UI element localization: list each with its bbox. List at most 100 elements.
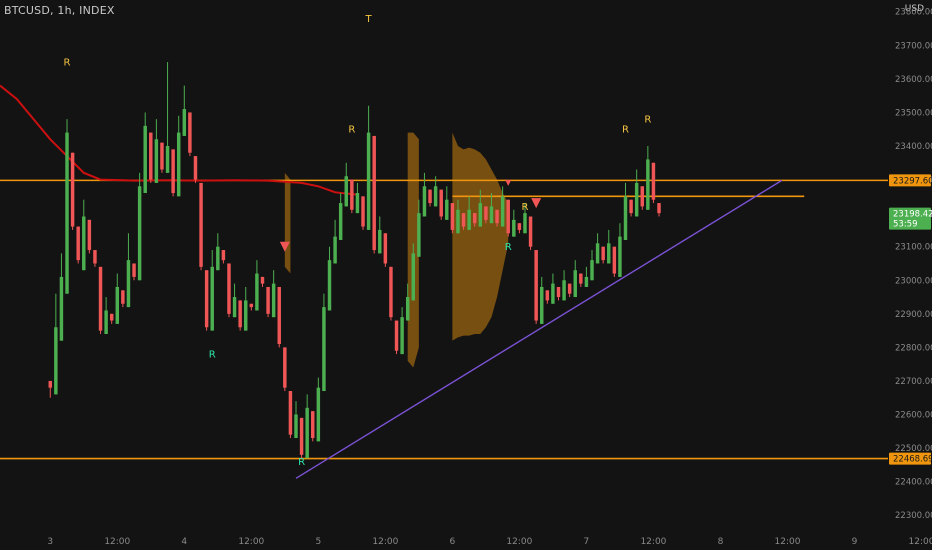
candle <box>344 162 348 207</box>
candle-body <box>271 283 276 318</box>
y-tick-label-10: 22800.00 <box>895 343 932 353</box>
candle-body <box>255 273 259 311</box>
candle-body <box>523 213 527 234</box>
candle-body <box>199 182 203 267</box>
candle <box>634 169 639 217</box>
candle <box>311 411 315 442</box>
candle <box>338 192 343 240</box>
candle <box>93 250 97 267</box>
candle <box>383 233 388 267</box>
candle-body <box>316 387 321 442</box>
candle <box>590 250 594 281</box>
candle <box>109 313 114 324</box>
candle <box>562 270 566 301</box>
candle <box>76 226 80 264</box>
candle-body <box>327 260 332 311</box>
candle-body <box>59 276 64 341</box>
candle-body <box>221 250 226 261</box>
candle <box>657 203 661 217</box>
candle-body <box>76 226 80 261</box>
candle-body <box>467 209 471 230</box>
candle-body <box>634 182 639 217</box>
candle <box>595 233 600 264</box>
candle-body <box>149 132 153 180</box>
candle-body <box>109 313 114 321</box>
candle-body <box>227 263 231 314</box>
price-label-2: 23198.4253:59 <box>889 207 932 230</box>
y-tick-label-1: 23700.00 <box>895 41 932 51</box>
candle <box>188 112 192 157</box>
candle-body <box>350 179 354 210</box>
candle <box>294 401 298 439</box>
candle-body <box>249 303 254 308</box>
candle <box>612 246 617 277</box>
x-tick-label-8: 7 <box>584 537 590 547</box>
candle <box>48 380 52 398</box>
candle-body <box>500 196 505 227</box>
candle-body <box>344 176 348 207</box>
candle-body <box>433 186 438 207</box>
x-tick-label-9: 12:00 <box>640 537 666 547</box>
candle-body <box>590 260 594 281</box>
candle <box>327 246 332 311</box>
candle-body <box>160 142 164 170</box>
candle <box>372 135 376 254</box>
y-tick-label-9: 22900.00 <box>895 310 932 320</box>
candle-body <box>48 380 52 388</box>
candle-body <box>171 149 175 193</box>
signal-label-3: R <box>348 125 355 136</box>
candle <box>82 199 86 271</box>
candle-body <box>366 132 371 230</box>
candle-body <box>98 266 103 331</box>
candle <box>232 283 237 318</box>
candle <box>249 303 254 311</box>
candle-body <box>556 286 561 298</box>
signal-triangle-1 <box>505 179 512 186</box>
candle-body <box>389 266 393 318</box>
candle-body <box>121 290 125 304</box>
candle-body <box>154 139 159 183</box>
band-0 <box>284 172 291 274</box>
candle-body <box>450 203 455 230</box>
y-tick-label-14: 22400.00 <box>895 478 932 488</box>
candle <box>389 266 393 321</box>
candle <box>378 216 382 254</box>
candle-body <box>288 391 293 435</box>
candle-body <box>439 189 443 217</box>
candle <box>305 394 309 459</box>
candle-body <box>456 209 460 234</box>
candle-body <box>87 219 92 251</box>
candle <box>204 270 209 331</box>
candle-body <box>612 246 617 274</box>
candle <box>104 297 108 334</box>
x-tick-label-5: 12:00 <box>372 537 398 547</box>
candle-body <box>283 347 287 388</box>
candle <box>545 290 550 304</box>
candle <box>640 186 644 210</box>
x-tick-label-13: 12:00 <box>909 537 932 547</box>
candle <box>176 115 181 197</box>
candle <box>227 263 231 318</box>
candle <box>54 293 58 395</box>
candle-body <box>238 300 242 328</box>
candle-body <box>461 213 466 227</box>
candle-body <box>512 219 516 237</box>
candle-body <box>484 206 488 220</box>
candle <box>244 286 248 331</box>
x-tick-label-4: 5 <box>315 537 321 547</box>
candle-body <box>562 280 566 301</box>
y-tick-label-15: 22300.00 <box>895 511 932 521</box>
candle <box>98 266 103 334</box>
candle-body <box>182 109 187 136</box>
candle <box>255 260 259 311</box>
candle <box>607 229 611 264</box>
candle-body <box>277 286 281 345</box>
price-label-text: 22468.69 <box>893 455 932 465</box>
signal-triangle-2 <box>531 198 542 209</box>
x-tick-label-2: 4 <box>181 537 187 547</box>
y-tick-label-13: 22500.00 <box>895 444 932 454</box>
candle-body <box>629 199 633 214</box>
candle-body <box>361 196 365 227</box>
y-tick-label-12: 22600.00 <box>895 411 932 421</box>
candle <box>646 146 650 210</box>
